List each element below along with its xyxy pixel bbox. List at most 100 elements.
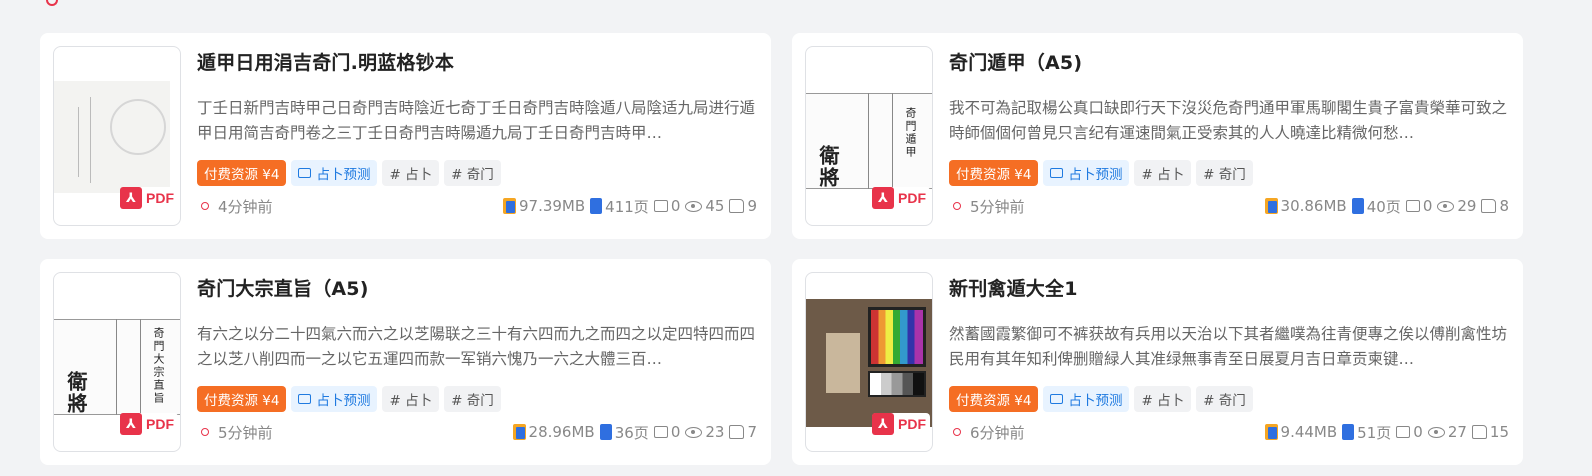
scan-line [140, 319, 141, 415]
file-icon [1264, 198, 1278, 214]
resource-card[interactable]: ⅄ PDF 遁甲日用涓吉奇门.明蓝格钞本 丁壬日新門吉時甲己日奇門吉時陰近七奇丁… [40, 33, 771, 239]
upload-time: 5分钟前 [949, 196, 1025, 217]
cover-thumbnail[interactable]: ⅄ PDF [53, 46, 181, 226]
cover-thumbnail[interactable]: 衛將 奇門遁甲 ⅄ PDF [805, 46, 933, 226]
tag-row: 付费资源 ¥4 占卜预测 # 占卜 # 奇门 [197, 386, 757, 412]
stats: 9.44MB 51页 0 27 15 [1264, 422, 1509, 443]
category-tag[interactable]: 占卜预测 [291, 160, 378, 186]
comment-stat: 0 [653, 423, 681, 441]
scan-line [78, 107, 79, 177]
view-count: 29 [1457, 197, 1477, 215]
card-title[interactable]: 遁甲日用涓吉奇门.明蓝格钞本 [197, 48, 757, 75]
cover-seal-glyph: 衛將 [816, 145, 840, 189]
keyword-tag[interactable]: # 占卜 [1134, 386, 1192, 412]
pdf-icon: ⅄ [120, 413, 142, 435]
card-description: 丁壬日新門吉時甲己日奇門吉時陰近七奇丁壬日奇門吉時陰遁八局陰适九局进行遁甲日用简… [197, 99, 756, 142]
resource-card[interactable]: 衛將 奇門大宗直旨 ⅄ PDF 奇门大宗直旨（A5) 有六之以分二十四氣六而六之… [40, 259, 771, 465]
file-icon [1264, 424, 1278, 440]
keyword-tag[interactable]: # 奇门 [1196, 386, 1253, 412]
keyword-tag[interactable]: # 奇门 [1196, 160, 1253, 186]
comment-count: 0 [1413, 423, 1423, 441]
page-count-stat: 411页 [590, 196, 649, 217]
comment-icon [653, 426, 668, 438]
time-dot-icon [953, 428, 961, 436]
tag-row: 付费资源 ¥4 占卜预测 # 占卜 # 奇门 [197, 160, 757, 186]
upload-time: 5分钟前 [197, 422, 273, 443]
comment-count: 0 [1422, 197, 1433, 215]
category-tag[interactable]: 占卜预测 [1043, 160, 1130, 186]
like-count: 9 [747, 197, 757, 215]
card-meta: 4分钟前 97.39MB 411页 0 45 9 [197, 196, 757, 216]
comment-icon [653, 200, 668, 212]
page-count: 411页 [605, 197, 649, 216]
card-meta: 5分钟前 28.96MB 36页 0 23 7 [197, 422, 757, 442]
card-title[interactable]: 奇门大宗直旨（A5) [197, 274, 757, 301]
file-icon [512, 424, 526, 440]
view-stat: 27 [1427, 423, 1467, 441]
tag-row: 付费资源 ¥4 占卜预测 # 占卜 # 奇门 [949, 386, 1509, 412]
keyword-tag[interactable]: # 占卜 [1134, 160, 1192, 186]
card-title[interactable]: 奇门遁甲（A5) [949, 48, 1509, 75]
category-tag[interactable]: 占卜预测 [1043, 386, 1130, 412]
scan-line [868, 93, 869, 189]
keyword-tag[interactable]: # 占卜 [382, 386, 440, 412]
like-count: 8 [1499, 197, 1509, 215]
time-text: 5分钟前 [218, 423, 273, 442]
view-count: 27 [1447, 423, 1467, 441]
keyword-tag[interactable]: # 占卜 [382, 160, 440, 186]
page-count-stat: 40页 [1351, 196, 1401, 217]
comment-count: 0 [670, 423, 681, 441]
pdf-icon: ⅄ [872, 413, 894, 435]
time-text: 4分钟前 [218, 197, 273, 216]
pdf-badge-label: PDF [146, 416, 174, 432]
folder-icon [298, 394, 312, 404]
resource-card[interactable]: 衛將 奇門遁甲 ⅄ PDF 奇门遁甲（A5) 我不可為記取楊公真口缺即行天下沒災… [792, 33, 1523, 239]
keyword-tag[interactable]: # 奇门 [444, 160, 501, 186]
paid-tag: 付费资源 ¥4 [197, 160, 287, 186]
pdf-badge-label: PDF [146, 190, 174, 206]
category-label: 占卜预测 [316, 167, 371, 183]
card-meta: 5分钟前 30.86MB 40页 0 29 8 [949, 196, 1509, 216]
card-meta: 6分钟前 9.44MB 51页 0 27 15 [949, 422, 1509, 442]
cover-thumbnail[interactable]: ⅄ PDF [805, 272, 933, 452]
cover-title-glyph: 奇門大宗直旨 [152, 327, 165, 405]
eye-icon [685, 426, 703, 438]
time-dot-icon [201, 202, 209, 210]
card-info: 奇门遁甲（A5) 我不可為記取楊公真口缺即行天下沒災危奇門通甲軍馬聊閣生貴子富貴… [949, 46, 1509, 226]
cover-thumbnail[interactable]: 衛將 奇門大宗直旨 ⅄ PDF [53, 272, 181, 452]
upload-time: 4分钟前 [197, 196, 273, 217]
stats: 97.39MB 411页 0 45 9 [502, 196, 757, 217]
file-size-stat: 97.39MB [502, 197, 585, 215]
time-dot-icon [201, 428, 209, 436]
cover-seal-glyph: 衛將 [64, 371, 88, 415]
keyword-tag[interactable]: # 奇门 [444, 386, 501, 412]
comment-icon [1405, 200, 1420, 212]
top-partial-icon [46, 0, 58, 6]
card-title[interactable]: 新刊禽遁大全1 [949, 274, 1509, 301]
folder-icon [1050, 394, 1064, 404]
stats: 28.96MB 36页 0 23 7 [512, 422, 757, 443]
like-stat[interactable]: 7 [729, 423, 757, 441]
time-text: 6分钟前 [970, 423, 1025, 442]
like-stat[interactable]: 15 [1471, 423, 1509, 441]
like-stat[interactable]: 8 [1481, 197, 1509, 215]
eye-icon [1427, 426, 1445, 438]
like-stat[interactable]: 9 [729, 197, 757, 215]
eye-icon [1437, 200, 1455, 212]
comment-icon [1396, 426, 1411, 438]
card-description: 然蓄國霞繁御可不裤获故有兵用以天治以下其者繼噗為往青便專之俟以傅削禽性坊民用有其… [949, 325, 1508, 368]
color-checker-image [868, 307, 926, 367]
file-size: 28.96MB [528, 423, 595, 441]
category-label: 占卜预测 [1068, 393, 1123, 409]
like-count: 7 [747, 423, 757, 441]
resource-card[interactable]: ⅄ PDF 新刊禽遁大全1 然蓄國霞繁御可不裤获故有兵用以天治以下其者繼噗為往青… [792, 259, 1523, 465]
category-tag[interactable]: 占卜预测 [291, 386, 378, 412]
eye-icon [685, 200, 703, 212]
card-description: 有六之以分二十四氣六而六之以芝陽联之三十有六四而九之而四之以定四特四而四之以芝八… [197, 325, 756, 368]
pdf-badge-label: PDF [898, 416, 926, 432]
gray-scale-image [868, 371, 926, 397]
time-dot-icon [953, 202, 961, 210]
page-count-stat: 51页 [1342, 422, 1391, 443]
view-stat: 29 [1437, 197, 1476, 215]
pages-icon [1342, 424, 1355, 440]
